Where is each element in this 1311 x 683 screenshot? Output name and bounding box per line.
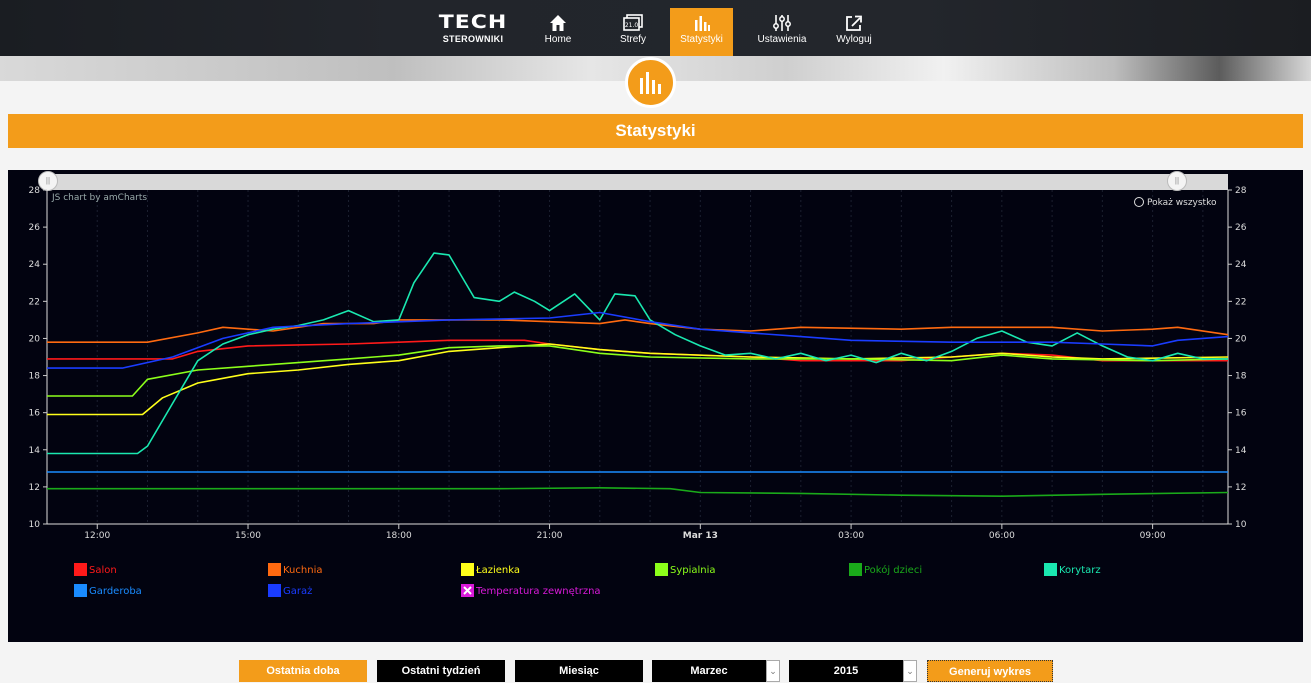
legend-label: Łazienka [476, 565, 521, 576]
temperature-chart: 10 10 12 12 14 14 16 16 18 18 20 20 22 22 24 24 26 26 28 28… [29, 186, 1247, 541]
nav-strefy-label: Strefy [619, 34, 647, 45]
legend-swatch [74, 563, 87, 576]
nav-home[interactable]: Home [538, 10, 578, 56]
y-tick-label-right: 12 [1235, 483, 1246, 493]
sliders-icon [773, 15, 791, 31]
legend-label: Sypialnia [670, 565, 716, 576]
y-tick-label-left: 12 [29, 483, 40, 493]
home-icon [550, 15, 566, 31]
legend-label: Salon [89, 565, 117, 576]
bar-chart-icon [640, 72, 661, 94]
logout-icon [846, 15, 862, 31]
y-tick-label-left: 24 [29, 260, 41, 270]
x-tick-label: Mar 13 [683, 531, 718, 541]
legend-item[interactable]: Pokój dzieci [849, 563, 922, 576]
month-button[interactable]: Miesiąc [515, 660, 643, 682]
nav-home-label: Home [544, 34, 572, 45]
logo-sterowniki-text: STEROWNIKI [442, 34, 504, 44]
zoom-out-label: Pokaż wszystko [1147, 198, 1217, 208]
legend-label: Garderoba [89, 586, 142, 597]
last-week-button[interactable]: Ostatni tydzień [377, 660, 505, 682]
legend-label: Korytarz [1059, 565, 1101, 576]
legend-item[interactable]: Garderoba [74, 584, 142, 597]
generate-chart-button[interactable]: Generuj wykres [927, 660, 1053, 682]
zones-icon: 21.0 [623, 14, 643, 31]
legend-label: Kuchnia [283, 565, 323, 576]
y-tick-label-left: 28 [29, 186, 41, 196]
legend-swatch [655, 563, 668, 576]
legend-swatch [849, 563, 862, 576]
last-day-button[interactable]: Ostatnia doba [239, 660, 367, 682]
y-tick-label-right: 18 [1235, 372, 1247, 382]
x-tick-label: 03:00 [838, 531, 864, 541]
y-tick-label-left: 14 [29, 446, 41, 456]
month-select[interactable]: Marzec [652, 660, 766, 682]
top-navigation: TECH STEROWNIKI Home 21.0 Strefy Statyst… [0, 0, 1311, 56]
x-tick-label: 21:00 [537, 531, 563, 541]
legend-item[interactable]: Sypialnia [655, 563, 716, 576]
zones-icon-text: 21.0 [625, 22, 639, 29]
x-tick-label: 06:00 [989, 531, 1015, 541]
y-tick-label-right: 28 [1235, 186, 1247, 196]
x-tick-label: 09:00 [1140, 531, 1166, 541]
bar-chart-icon [694, 16, 710, 31]
legend-item[interactable]: Garaż [268, 584, 312, 597]
legend-item[interactable]: Kuchnia [268, 563, 322, 576]
legend-item[interactable]: Temperatura zewnętrzna [461, 584, 601, 597]
legend-label: Temperatura zewnętrzna [476, 586, 601, 597]
y-tick-label-right: 22 [1235, 297, 1246, 307]
zoom-out-icon [1134, 197, 1144, 207]
legend-swatch [1044, 563, 1057, 576]
legend-swatch [461, 563, 474, 576]
chevron-down-icon[interactable]: ⌄ [903, 660, 917, 682]
zoom-out-button[interactable]: Pokaż wszystko [1134, 195, 1216, 208]
series-line-garaż [47, 311, 1229, 369]
x-tick-label: 18:00 [386, 531, 412, 541]
y-tick-label-right: 10 [1235, 520, 1247, 530]
y-tick-label-right: 26 [1235, 223, 1247, 233]
series-line-pokój-dzieci [47, 487, 1229, 497]
y-tick-label-right: 16 [1235, 409, 1247, 419]
y-tick-label-left: 18 [29, 372, 41, 382]
y-tick-label-right: 14 [1235, 446, 1247, 456]
nav-ustawienia[interactable]: Ustawienia [752, 10, 812, 56]
legend-swatch [268, 563, 281, 576]
year-select[interactable]: 2015 [789, 660, 903, 682]
x-tick-label: 15:00 [235, 531, 261, 541]
page-title: Statystyki [8, 114, 1303, 148]
series-line-korytarz [47, 252, 1228, 455]
series-line-sypialnia [47, 345, 1229, 397]
legend-item[interactable]: Korytarz [1044, 563, 1101, 576]
chevron-down-icon[interactable]: ⌄ [766, 660, 780, 682]
legend-swatch [74, 584, 87, 597]
statistics-badge [625, 57, 676, 108]
legend-item[interactable]: Łazienka [461, 563, 520, 576]
nav-statystyki-label: Statystyki [680, 34, 723, 45]
y-tick-label-left: 10 [29, 520, 41, 530]
y-tick-label-left: 16 [29, 409, 41, 419]
tech-logo[interactable]: TECH STEROWNIKI [437, 12, 509, 48]
hidden-series-icon [461, 584, 474, 597]
nav-wyloguj[interactable]: Wyloguj [832, 10, 876, 56]
logo-tech-text: TECH [438, 11, 508, 34]
y-tick-label-left: 20 [29, 334, 41, 344]
nav-wyloguj-label: Wyloguj [836, 34, 872, 45]
nav-statystyki[interactable]: Statystyki [670, 8, 733, 56]
y-tick-label-left: 22 [29, 297, 40, 307]
y-tick-label-left: 26 [29, 223, 41, 233]
legend-label: Garaż [283, 586, 313, 597]
y-tick-label-right: 24 [1235, 260, 1247, 270]
amcharts-credit[interactable]: JS chart by amCharts [52, 193, 147, 203]
x-tick-label: 12:00 [84, 531, 110, 541]
nav-strefy[interactable]: 21.0 Strefy [613, 10, 653, 56]
legend-label: Pokój dzieci [864, 565, 923, 576]
legend-item[interactable]: Salon [74, 563, 117, 576]
legend-swatch [268, 584, 281, 597]
y-tick-label-right: 20 [1235, 334, 1247, 344]
nav-ustawienia-label: Ustawienia [757, 34, 807, 45]
